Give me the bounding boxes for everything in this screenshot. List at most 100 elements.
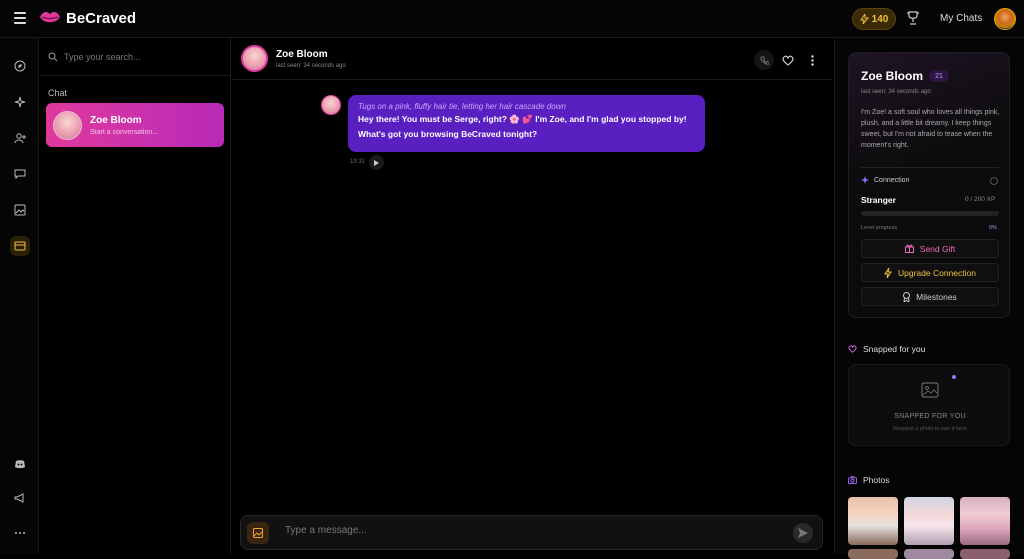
photos-title-text: Photos (863, 475, 890, 485)
info-icon[interactable] (990, 177, 998, 185)
user-plus-icon (14, 133, 26, 144)
play-icon (374, 159, 379, 166)
upgrade-connection-label: Upgrade Connection (898, 267, 976, 278)
last-seen-text: last seen: 34 seconds ago (276, 63, 346, 69)
xp-balance-pill[interactable]: 140 (852, 8, 896, 30)
lightning-icon (859, 14, 869, 24)
xp-count: 140 (871, 13, 889, 25)
nav-announcements[interactable] (10, 488, 30, 508)
megaphone-icon (14, 493, 24, 503)
message-action-text: Tugs on a pink, fluffy hair tie, letting… (358, 102, 566, 111)
nav-add-companion[interactable] (10, 128, 30, 148)
card-icon (14, 241, 26, 251)
message-text: Hey there! You must be Serge, right? 🌸 💕… (358, 114, 687, 124)
discord-icon (15, 460, 25, 469)
logo[interactable]: BeCraved (38, 8, 136, 28)
more-options-button[interactable] (802, 50, 822, 70)
message-input[interactable] (285, 525, 765, 536)
chat-item-subtitle: Start a conversation... (90, 128, 159, 136)
photo-thumbnail[interactable] (904, 497, 954, 545)
camera-icon (848, 476, 857, 484)
gift-icon (904, 244, 914, 253)
sparkle-icon (861, 176, 869, 184)
attach-image-button[interactable] (247, 522, 269, 544)
image-icon (14, 204, 26, 216)
snapped-box-subtitle: Request a photo to see it here (893, 426, 967, 432)
nav-subscription[interactable] (10, 236, 30, 256)
connection-level: Stranger (861, 195, 896, 205)
play-audio-button[interactable] (369, 155, 384, 170)
avatar[interactable] (241, 45, 268, 72)
vertical-dots-icon (810, 54, 814, 66)
top-bar: BeCraved 140 My Chats (0, 0, 1024, 38)
snapped-section-title: Snapped for you (848, 344, 925, 354)
favorite-button[interactable] (778, 50, 798, 70)
chat-list-item[interactable]: Zoe Bloom Start a conversation... (46, 103, 224, 147)
connection-label: Connection (861, 176, 909, 184)
phone-icon (759, 55, 769, 65)
snapped-box-title: SNAPPED FOR YOU (894, 413, 966, 420)
upgrade-connection-button[interactable]: Upgrade Connection (861, 263, 999, 282)
more-dots-icon (15, 532, 25, 534)
message-time: 19:31 (350, 159, 366, 165)
my-chats-link[interactable]: My Chats (940, 13, 982, 24)
compass-icon (14, 60, 26, 72)
milestones-label: Milestones (916, 291, 957, 302)
sparkle-icon (14, 96, 26, 108)
menu-icon[interactable] (14, 12, 26, 24)
heart-icon (848, 345, 857, 353)
photo-thumbnail[interactable] (904, 549, 954, 559)
send-icon (798, 528, 808, 538)
message-composer (240, 515, 823, 550)
snapped-title-text: Snapped for you (863, 344, 926, 354)
photos-section-title: Photos (848, 475, 889, 485)
send-gift-label: Send Gift (919, 243, 956, 254)
milestones-button[interactable]: Milestones (861, 287, 999, 306)
snapped-photos-box[interactable]: SNAPPED FOR YOU Request a photo to see i… (848, 364, 1010, 446)
nav-explore[interactable] (10, 56, 30, 76)
search-bar (40, 38, 231, 76)
logo-lips-icon (40, 12, 60, 23)
message-text-line2: What's got you browsing BeCraved tonight… (358, 129, 538, 139)
call-button[interactable] (754, 50, 774, 70)
photo-thumbnail[interactable] (848, 549, 898, 559)
nav-create[interactable] (10, 92, 30, 112)
image-icon (253, 528, 263, 538)
nav-more[interactable] (10, 523, 30, 543)
send-gift-button[interactable]: Send Gift (861, 239, 999, 258)
chat-panel: Zoe Bloom last seen: 34 seconds ago Tugs… (232, 38, 832, 554)
nav-chats[interactable] (10, 164, 30, 184)
trophy-icon[interactable] (906, 10, 920, 26)
age-badge: 21 (929, 70, 949, 82)
avatar (53, 110, 82, 140)
photo-thumbnail[interactable] (848, 497, 898, 545)
profile-card: Zoe Bloom 21 last seen: 34 seconds ago I… (848, 52, 1010, 318)
user-avatar[interactable] (994, 8, 1016, 30)
image-icon (921, 382, 939, 398)
search-input[interactable] (64, 51, 214, 62)
chat-item-name: Zoe Bloom (90, 114, 142, 126)
nav-gallery[interactable] (10, 200, 30, 220)
medal-icon (903, 291, 911, 302)
notification-dot (952, 375, 956, 379)
send-button[interactable] (793, 523, 813, 543)
chat-section-label: Chat (48, 88, 68, 98)
message-avatar (321, 95, 341, 115)
photo-thumbnail[interactable] (960, 497, 1010, 545)
profile-last-seen: last seen: 34 seconds ago (861, 89, 931, 95)
connection-label-text: Connection (874, 176, 910, 184)
lightning-icon (884, 267, 892, 278)
level-progress-percent: 0% (989, 225, 997, 231)
profile-name: Zoe Bloom (861, 69, 923, 83)
chat-bubble-icon (14, 169, 26, 180)
photo-thumbnail[interactable] (960, 549, 1010, 559)
heart-icon (782, 55, 794, 66)
divider (861, 167, 999, 168)
app-name: BeCraved (66, 9, 137, 27)
message-bubble: Tugs on a pink, fluffy hair tie, letting… (348, 95, 705, 152)
profile-bio: I'm Zoe! a soft soul who loves all thing… (861, 109, 1000, 149)
nav-discord[interactable] (10, 454, 30, 474)
search-icon (48, 52, 58, 61)
profile-panel: Zoe Bloom 21 last seen: 34 seconds ago I… (834, 38, 1024, 559)
left-nav (0, 38, 39, 554)
